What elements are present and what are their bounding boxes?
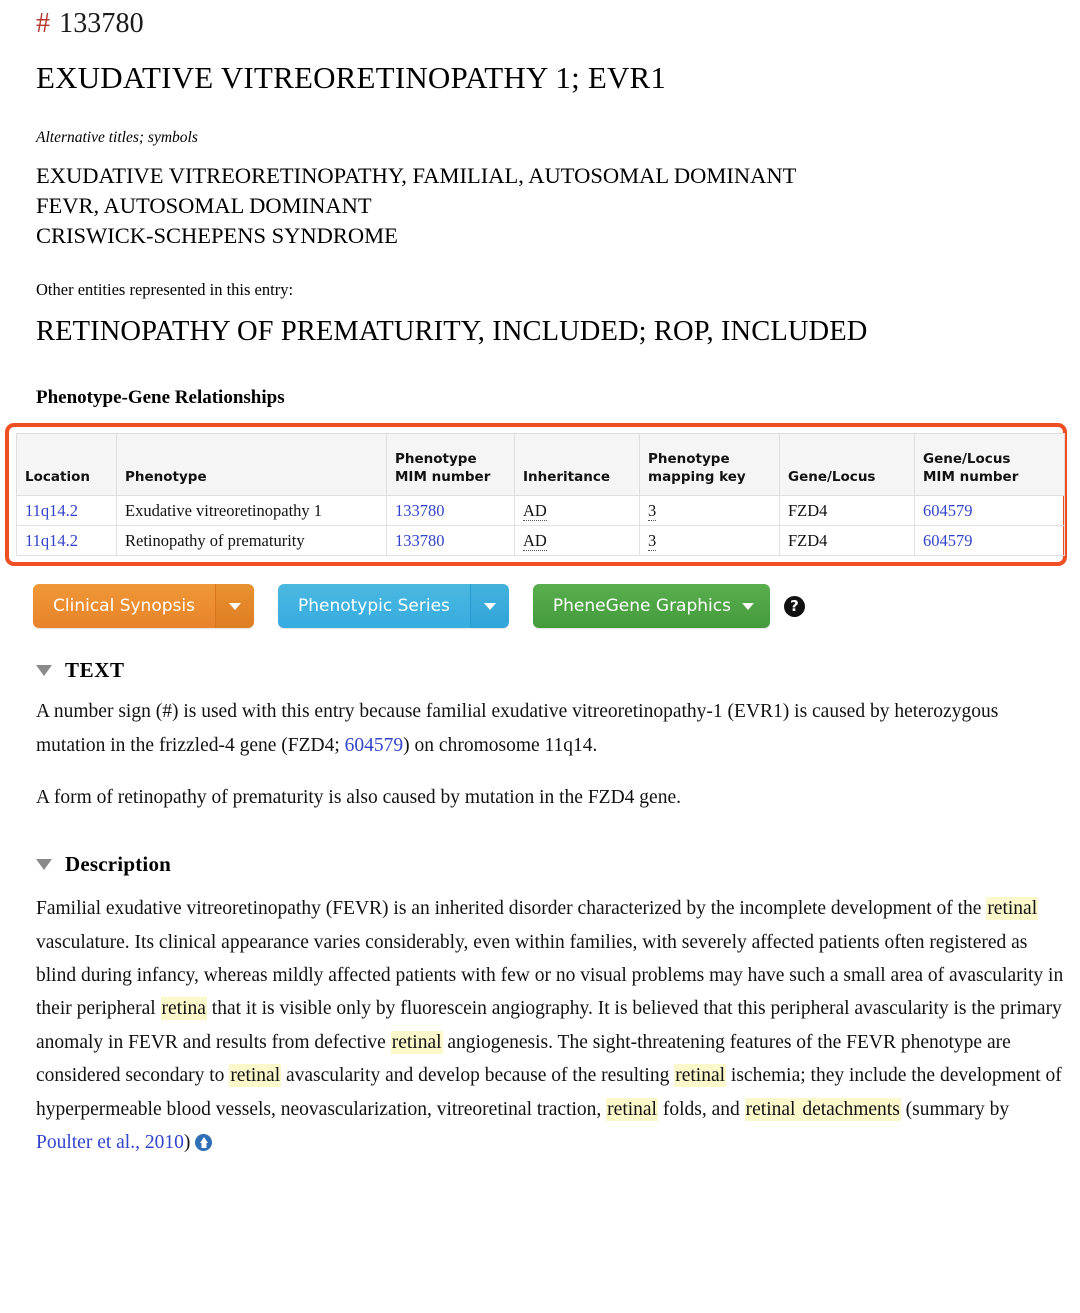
fzd4-mim-link[interactable]: 604579 xyxy=(345,735,404,756)
column-header-phenotype: Phenotype xyxy=(116,432,387,496)
phenegene-graphics-button-group[interactable]: PheneGene Graphics xyxy=(532,584,770,629)
alternative-title: FEVR, AUTOSOMAL DOMINANT xyxy=(36,192,372,218)
alternative-titles-list: EXUDATIVE VITREORETINOPATHY, FAMILIAL, A… xyxy=(0,148,1080,251)
help-icon[interactable]: ? xyxy=(783,595,805,617)
column-header-gene-locus-mim-number: Gene/Locus MIM number xyxy=(914,432,1065,496)
column-header-phenotype-mapping-key: Phenotype mapping key xyxy=(639,432,780,496)
highlighted-term: retinal xyxy=(229,1064,282,1088)
cell-mapping-key: 3 xyxy=(639,494,780,526)
description-text: ) xyxy=(183,1131,191,1153)
mim-number-line: #133780 xyxy=(0,0,1080,41)
table-row: 11q14.2 Retinopathy of prematurity 13378… xyxy=(16,524,1065,557)
description-text: (summary by xyxy=(900,1098,1010,1120)
description-section-header[interactable]: Description xyxy=(0,814,1080,875)
description-paragraph: Familial exudative vitreoretinopathy (FE… xyxy=(0,875,1080,1159)
alternative-title: CRISWICK-SCHEPENS SYNDROME xyxy=(36,222,398,248)
clinical-synopsis-button-group[interactable]: Clinical Synopsis xyxy=(33,584,254,629)
clinical-synopsis-button[interactable]: Clinical Synopsis xyxy=(33,584,215,629)
action-button-row: Clinical Synopsis Phenotypic Series Phen… xyxy=(0,566,1080,629)
highlighted-term: retina xyxy=(160,997,207,1021)
highlighted-term: retinal xyxy=(744,1097,797,1121)
highlighted-term: retinal xyxy=(606,1097,658,1121)
clinical-synopsis-dropdown-toggle[interactable] xyxy=(214,584,254,629)
phenotype-mim-link[interactable]: 133780 xyxy=(395,501,445,520)
mim-number: 133780 xyxy=(59,8,144,39)
phenotypic-series-button[interactable]: Phenotypic Series xyxy=(277,584,470,629)
phenotypic-series-dropdown-toggle[interactable] xyxy=(469,584,509,629)
triangle-down-icon[interactable] xyxy=(36,859,52,871)
info-icon[interactable] xyxy=(195,1133,213,1151)
description-section-title: Description xyxy=(65,852,172,877)
cell-location: 11q14.2 xyxy=(16,524,117,557)
cell-phenotype: Retinopathy of prematurity xyxy=(116,524,387,557)
phenegene-graphics-button[interactable]: PheneGene Graphics xyxy=(532,584,770,629)
table-header-row: Location Phenotype Phenotype MIM number I… xyxy=(16,432,1065,496)
chevron-down-icon xyxy=(741,602,754,610)
text-section-header[interactable]: TEXT xyxy=(0,628,1080,681)
cell-mapping-key: 3 xyxy=(639,524,780,557)
location-link[interactable]: 11q14.2 xyxy=(25,531,78,550)
phenotype-mim-link[interactable]: 133780 xyxy=(395,531,445,550)
phenotypic-series-button-group[interactable]: Phenotypic Series xyxy=(277,584,509,629)
text-p1-part2: ) on chromosome 11q14. xyxy=(403,734,598,756)
cell-gene-locus: FZD4 xyxy=(779,494,915,526)
description-text: folds, and xyxy=(657,1098,745,1120)
text-paragraph-2: A form of retinopathy of prematurity is … xyxy=(36,787,681,809)
text-paragraph-1: A number sign (#) is used with this entr… xyxy=(0,681,1080,762)
column-header-phenotype-mim-number: Phenotype MIM number xyxy=(386,432,515,496)
column-header-location: Location xyxy=(16,432,117,496)
text-section-title: TEXT xyxy=(65,658,125,683)
highlighted-term: retinal xyxy=(674,1064,727,1088)
chevron-down-icon xyxy=(228,602,241,610)
cell-inheritance: AD xyxy=(514,524,640,557)
highlighted-term: detachments xyxy=(796,1097,901,1121)
cell-location: 11q14.2 xyxy=(16,494,117,526)
cell-phenotype: Exudative vitreoretinopathy 1 xyxy=(116,494,387,526)
number-sign-symbol: # xyxy=(36,8,51,39)
cell-gene-locus: FZD4 xyxy=(779,524,915,557)
omim-entry-page: #133780 EXUDATIVE VITREORETINOPATHY 1; E… xyxy=(0,0,1080,1313)
table-row: 11q14.2 Exudative vitreoretinopathy 1 13… xyxy=(16,494,1065,526)
phenegene-graphics-label: PheneGene Graphics xyxy=(552,596,731,617)
phenotype-gene-relationships-heading: Phenotype-Gene Relationships xyxy=(36,386,285,408)
cell-phenotype-mim: 133780 xyxy=(386,494,515,526)
cell-gene-mim: 604579 xyxy=(914,494,1065,526)
alternative-title: EXUDATIVE VITREORETINOPATHY, FAMILIAL, A… xyxy=(36,162,797,188)
column-header-inheritance: Inheritance xyxy=(514,432,640,496)
alternative-titles-label: Alternative titles; symbols xyxy=(36,128,198,146)
highlighted-term: retinal xyxy=(986,897,1039,921)
description-body: Familial exudative vitreoretinopathy (FE… xyxy=(36,897,1063,1153)
gene-mim-link[interactable]: 604579 xyxy=(923,501,973,520)
other-entities-label: Other entities represented in this entry… xyxy=(36,279,294,299)
chevron-down-icon xyxy=(483,602,496,610)
included-entity-title: RETINOPATHY OF PREMATURITY, INCLUDED; RO… xyxy=(36,316,868,348)
phenotype-gene-table: Location Phenotype Phenotype MIM number I… xyxy=(16,432,1065,557)
inheritance-abbr[interactable]: AD xyxy=(523,530,547,551)
description-text: avascularity and develop because of the … xyxy=(281,1065,675,1087)
cell-inheritance: AD xyxy=(514,494,640,526)
cell-phenotype-mim: 133780 xyxy=(386,524,515,557)
mapping-key-abbr[interactable]: 3 xyxy=(648,530,657,551)
column-header-gene-locus: Gene/Locus xyxy=(779,432,915,496)
triangle-down-icon[interactable] xyxy=(36,665,52,677)
mapping-key-abbr[interactable]: 3 xyxy=(648,500,657,521)
inheritance-abbr[interactable]: AD xyxy=(523,500,547,521)
highlighted-term: retinal xyxy=(390,1030,443,1054)
cell-gene-mim: 604579 xyxy=(914,524,1065,557)
gene-mim-link[interactable]: 604579 xyxy=(923,531,973,550)
citation-link[interactable]: Poulter et al., 2010 xyxy=(36,1132,184,1153)
phenotype-gene-table-highlight-box: Location Phenotype Phenotype MIM number I… xyxy=(5,422,1067,567)
location-link[interactable]: 11q14.2 xyxy=(25,501,78,520)
page-title: EXUDATIVE VITREORETINOPATHY 1; EVR1 xyxy=(36,60,667,95)
description-text: Familial exudative vitreoretinopathy (FE… xyxy=(36,898,987,920)
